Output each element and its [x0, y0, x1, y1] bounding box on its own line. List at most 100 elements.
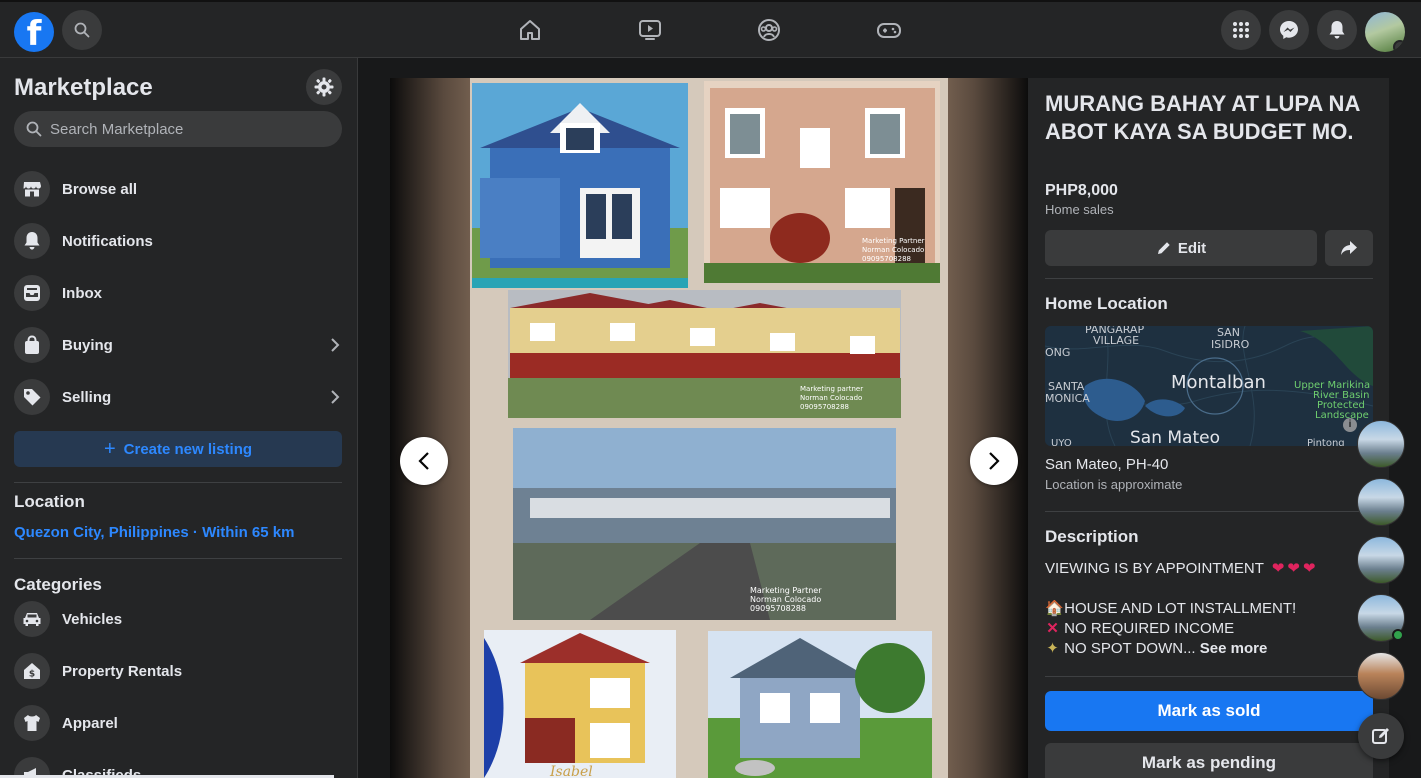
photo-caption-1b: Norman Colocado — [862, 246, 924, 254]
search-marketplace[interactable] — [14, 111, 342, 147]
photo-caption-brand: Isabel — [549, 764, 593, 778]
profile-avatar[interactable] — [1365, 12, 1405, 52]
photo-blur-left — [390, 78, 480, 778]
bell-icon — [1329, 21, 1345, 39]
map-label-monica: MONICA — [1045, 392, 1090, 405]
category-vehicles[interactable]: Vehicles — [14, 595, 344, 643]
next-photo-button[interactable] — [970, 437, 1018, 485]
sidebar-item-label: Inbox — [62, 284, 102, 302]
house-dollar-icon: $ — [24, 663, 40, 680]
video-icon — [639, 20, 661, 40]
sidebar-item-label: Selling — [62, 388, 112, 406]
car-icon — [23, 613, 41, 626]
map-info-icon[interactable]: i — [1343, 418, 1357, 432]
money-icon: ✦ — [1046, 640, 1059, 657]
gaming-tab[interactable] — [875, 16, 903, 44]
location-map[interactable]: PANGARAP VILLAGE SAN ISIDRO ONG SANTA MO… — [1045, 326, 1373, 446]
chevron-left-icon — [418, 452, 429, 470]
svg-text:$: $ — [29, 670, 35, 680]
category-property-rentals[interactable]: $ Property Rentals — [14, 647, 344, 695]
settings-button[interactable] — [306, 69, 342, 105]
home-icon — [520, 20, 540, 40]
messenger-button[interactable] — [1269, 10, 1309, 50]
map-label-san-mateo: San Mateo — [1130, 428, 1220, 446]
chat-head[interactable] — [1357, 536, 1405, 584]
see-more-link[interactable]: See more — [1200, 640, 1268, 657]
categories-heading: Categories — [14, 575, 102, 594]
plus-icon: + — [103, 438, 116, 460]
photo-caption-3c: 09095708288 — [750, 604, 806, 613]
previous-photo-button[interactable] — [400, 437, 448, 485]
photo-caption-2a: Marketing partner — [800, 385, 863, 393]
groups-icon — [758, 19, 780, 41]
home-tab[interactable] — [516, 16, 544, 44]
watch-tab[interactable] — [636, 16, 664, 44]
pencil-icon — [1157, 242, 1170, 254]
sidebar-item-inbox[interactable]: Inbox — [14, 269, 344, 317]
chat-head[interactable] — [1357, 420, 1405, 468]
divider — [1045, 676, 1373, 677]
chat-head[interactable] — [1357, 652, 1405, 700]
price-tag-icon-wrap — [14, 379, 50, 415]
hearts-icon: ❤❤❤ — [1271, 560, 1319, 577]
category-label: Property Rentals — [62, 662, 183, 680]
new-message-button[interactable] — [1358, 713, 1404, 759]
chevron-right-icon — [331, 338, 340, 352]
create-new-listing-button[interactable]: + Create new listing — [14, 431, 342, 467]
groups-tab[interactable] — [755, 16, 783, 44]
messenger-icon — [1280, 21, 1298, 39]
bell-icon — [24, 232, 40, 250]
category-apparel[interactable]: Apparel — [14, 699, 344, 747]
sidebar-item-browse-all[interactable]: Browse all — [14, 165, 344, 213]
sidebar-item-label: Notifications — [62, 232, 153, 250]
sidebar-item-notifications[interactable]: Notifications — [14, 217, 344, 265]
description-heading: Description — [1045, 527, 1139, 546]
shopping-bag-icon-wrap — [14, 327, 50, 363]
location-filter-link[interactable]: Quezon City, Philippines · Within 65 km — [14, 524, 294, 541]
map-label-landscape: Landscape — [1315, 410, 1369, 421]
description-text: VIEWING IS BY APPOINTMENT — [1045, 560, 1264, 577]
share-button[interactable] — [1325, 230, 1373, 266]
category-label: Apparel — [62, 714, 118, 732]
online-status-dot — [1392, 629, 1404, 641]
category-classifieds[interactable]: Classifieds — [14, 751, 344, 778]
menu-button[interactable] — [1221, 10, 1261, 50]
search-button[interactable] — [62, 10, 102, 50]
photo-caption-2b: Norman Colocado — [800, 394, 862, 402]
map-label-village: VILLAGE — [1093, 334, 1140, 347]
inbox-icon-wrap — [14, 275, 50, 311]
listing-photo-viewer: Marketing Partner Norman Colocado 090957… — [390, 78, 1028, 778]
sidebar-item-buying[interactable]: Buying — [14, 321, 344, 369]
mark-as-pending-button[interactable]: Mark as pending — [1045, 743, 1373, 778]
description-line: ✕ NO REQUIRED INCOME — [1045, 619, 1234, 637]
notifications-button[interactable] — [1317, 10, 1357, 50]
listing-price: PHP8,000 — [1045, 182, 1118, 199]
location-approximate-note: Location is approximate — [1045, 477, 1183, 492]
divider — [14, 558, 342, 559]
sidebar-item-label: Browse all — [62, 180, 138, 198]
grid-menu-icon — [1233, 22, 1249, 38]
map-label-uyo: UYO — [1051, 438, 1072, 446]
listing-photo: Marketing Partner Norman Colocado 090957… — [470, 78, 948, 778]
gear-icon — [314, 77, 334, 97]
bell-icon-wrap — [14, 223, 50, 259]
map-label-ong: ONG — [1045, 346, 1071, 359]
gamepad-icon — [877, 23, 901, 38]
inbox-icon — [24, 285, 40, 301]
search-icon — [26, 121, 42, 137]
storefront-icon — [23, 182, 41, 197]
sidebar-item-selling[interactable]: Selling — [14, 373, 344, 421]
chat-head[interactable] — [1357, 478, 1405, 526]
facebook-logo[interactable]: f — [14, 12, 54, 54]
chevron-down-icon[interactable] — [1393, 40, 1405, 52]
location-heading: Location — [14, 492, 85, 511]
edit-listing-button[interactable]: Edit — [1045, 230, 1317, 266]
listing-title: MURANG BAHAY AT LUPA NA ABOT KAYA SA BUD… — [1045, 91, 1360, 144]
mark-as-sold-button[interactable]: Mark as sold — [1045, 691, 1373, 731]
shopping-bag-icon — [25, 335, 39, 354]
photo-caption-1c: 09095708288 — [862, 255, 911, 263]
divider — [1045, 511, 1373, 512]
description-line: VIEWING IS BY APPOINTMENT ❤❤❤ — [1045, 559, 1319, 577]
search-input[interactable] — [50, 120, 320, 138]
storefront-icon-wrap — [14, 171, 50, 207]
